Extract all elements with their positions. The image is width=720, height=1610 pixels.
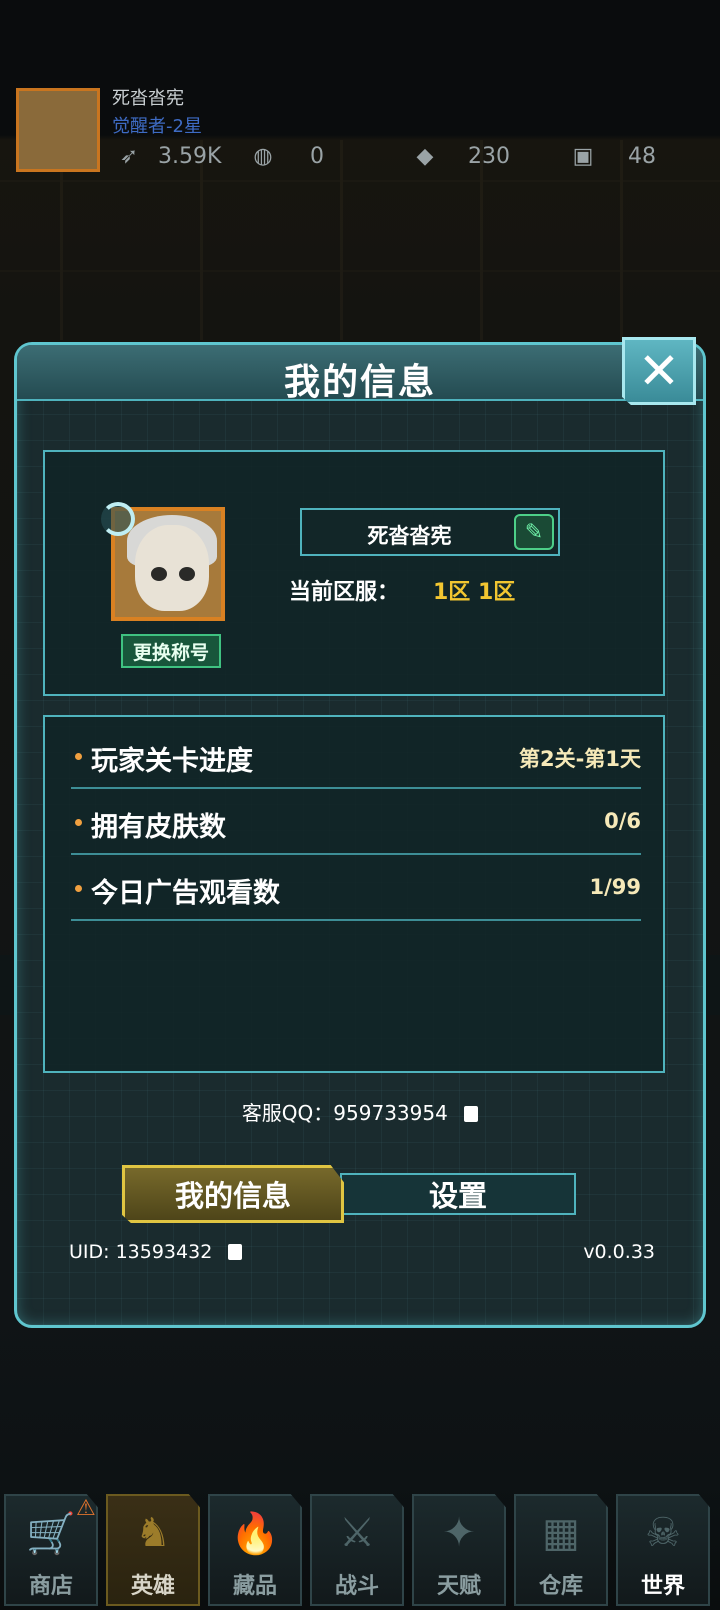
nav-world[interactable]: ☠ 世界	[616, 1494, 710, 1606]
stat-row-skins: 拥有皮肤数 0/6	[71, 789, 641, 855]
stat-label: 今日广告观看数	[91, 878, 280, 909]
nav-shop[interactable]: ⚠ 🛒 商店	[4, 1494, 98, 1606]
stat-value: 0/6	[604, 809, 641, 833]
copy-uid-icon[interactable]	[228, 1244, 243, 1260]
uid-text: UID: 13593432	[69, 1241, 213, 1263]
tab-my-info[interactable]: 我的信息	[122, 1165, 344, 1223]
wing-icon: ➶	[119, 143, 139, 169]
copy-icon[interactable]	[464, 1106, 479, 1122]
player-name: 死沓沓宪	[367, 524, 452, 548]
nav-label: 战斗	[334, 1574, 379, 1599]
resource-cash[interactable]: ▣ 48	[566, 140, 656, 172]
stat-row-progress: 玩家关卡进度 第2关-第1天	[71, 723, 641, 789]
crate-icon: ▦	[542, 1510, 580, 1556]
resource-eggs[interactable]: ◍ 0	[246, 140, 324, 172]
bullet-icon	[75, 885, 82, 892]
my-info-modal: 我的信息 ✕ 更换称号 死沓沓宪 ✎ 当前区服： 1区 1区 玩家关卡进度 第2…	[14, 337, 706, 1328]
flame-icon: 🔥	[230, 1511, 280, 1557]
stat-value: 第2关-第1天	[519, 747, 641, 771]
hud-player-name: 死沓沓宪	[112, 88, 184, 109]
nav-warehouse[interactable]: ▦ 仓库	[514, 1494, 608, 1606]
diamond-icon: ◆	[416, 143, 434, 169]
avatar-face	[135, 525, 209, 611]
modal-title: 我的信息	[283, 362, 436, 403]
avatar-eye-left	[151, 567, 167, 581]
close-icon: ✕	[638, 342, 680, 400]
profile-panel: 更换称号 死沓沓宪 ✎ 当前区服： 1区 1区	[43, 450, 665, 696]
stat-label: 玩家关卡进度	[91, 746, 253, 777]
bottom-nav: ⚠ 🛒 商店 ♞ 英雄 🔥 藏品 ⚔ 战斗 ✦ 天赋 ▦ 仓库 ☠ 世界	[0, 1490, 720, 1610]
resource-wings[interactable]: ➶ 3.59K	[112, 140, 222, 172]
stat-label: 拥有皮肤数	[91, 812, 226, 843]
server-label: 当前区服：	[289, 580, 400, 605]
hero-icon: ♞	[135, 1510, 171, 1556]
nav-label: 藏品	[232, 1574, 277, 1599]
rifle-icon: ⚔	[339, 1510, 375, 1556]
nav-label: 英雄	[130, 1574, 175, 1599]
resource-diamonds[interactable]: ◆ 230	[408, 140, 510, 172]
modal-header: 我的信息	[17, 345, 703, 403]
hud-avatar[interactable]	[16, 88, 100, 172]
avatar-eye-right	[179, 567, 195, 581]
nav-label: 商店	[28, 1574, 73, 1599]
nav-label: 仓库	[538, 1574, 583, 1599]
bullet-icon	[75, 753, 82, 760]
hud-player-rank: 觉醒者-2星	[112, 116, 202, 137]
nav-collection[interactable]: 🔥 藏品	[208, 1494, 302, 1606]
tab-settings[interactable]: 设置	[340, 1173, 576, 1215]
service-qq-text: 客服QQ：959733954	[241, 1101, 448, 1125]
nav-label: 世界	[640, 1574, 685, 1599]
stats-panel: 玩家关卡进度 第2关-第1天 拥有皮肤数 0/6 今日广告观看数 1/99	[43, 715, 665, 1073]
resource-cash-value: 48	[628, 143, 656, 169]
nav-battle[interactable]: ⚔ 战斗	[310, 1494, 404, 1606]
resource-wings-value: 3.59K	[158, 143, 222, 169]
resource-eggs-value: 0	[310, 143, 324, 169]
stat-row-ads: 今日广告观看数 1/99	[71, 855, 641, 921]
skull-icon: ☠	[645, 1510, 681, 1556]
change-title-button[interactable]: 更换称号	[121, 634, 221, 668]
edit-name-icon[interactable]: ✎	[514, 514, 554, 550]
nav-heroes[interactable]: ♞ 英雄	[106, 1494, 200, 1606]
cart-icon: 🛒	[26, 1511, 76, 1557]
nav-talent[interactable]: ✦ 天赋	[412, 1494, 506, 1606]
close-button[interactable]: ✕	[622, 337, 696, 405]
player-name-field: 死沓沓宪 ✎	[300, 508, 560, 556]
uid: UID: 13593432	[69, 1241, 243, 1263]
cash-icon: ▣	[572, 143, 594, 169]
nav-label: 天赋	[436, 1574, 481, 1599]
service-qq: 客服QQ：959733954	[17, 1097, 703, 1126]
version: v0.0.33	[583, 1241, 655, 1263]
modal-tabs: 设置 我的信息	[122, 1165, 590, 1223]
stat-value: 1/99	[589, 875, 641, 899]
bullet-icon	[75, 819, 82, 826]
resource-diamonds-value: 230	[468, 143, 510, 169]
egg-icon: ◍	[253, 143, 273, 169]
refresh-avatar-icon[interactable]	[101, 502, 135, 536]
server-value: 1区 1区	[433, 580, 516, 605]
dna-icon: ✦	[442, 1510, 476, 1556]
